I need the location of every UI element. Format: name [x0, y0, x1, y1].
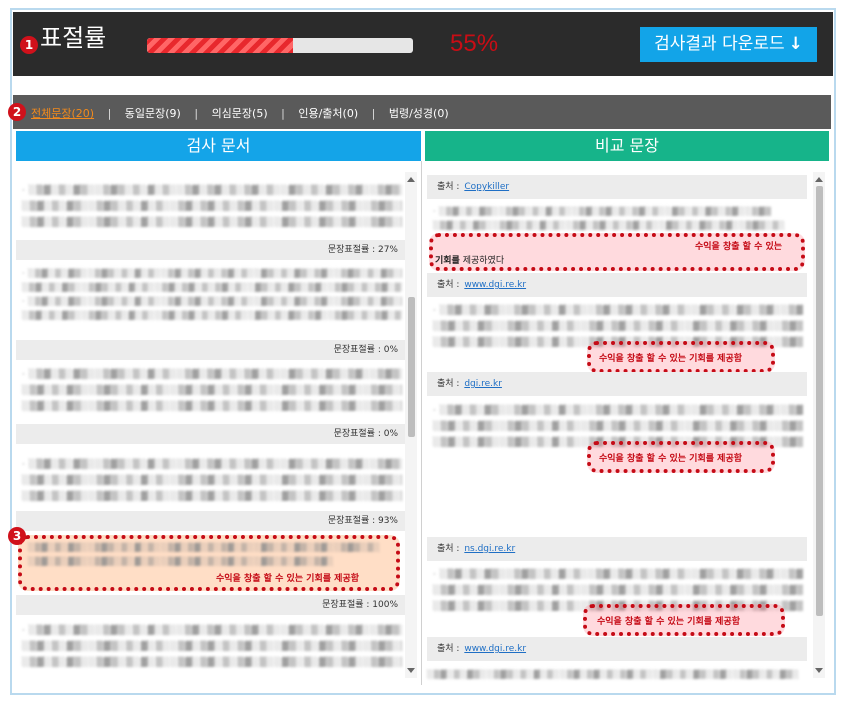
compared-highlight-text: 수익을 창출 할 수 있는 기회를 제공함 [597, 617, 741, 627]
step-badge-1: 1 [20, 36, 38, 54]
source-label: 출처 : [437, 280, 463, 290]
step-badge-3: 3 [8, 527, 26, 545]
download-results-label: 검사결과 다운로드 [654, 34, 785, 54]
blurred-text: · ░▒▓░▒░▓▒░░▒▓▒░▒░▓░▒░░▒▓░▒▓░▒░▒▓░▒░░▓▒░… [433, 207, 786, 230]
source-label: 출처 : [437, 644, 463, 654]
scroll-up-icon[interactable] [815, 177, 823, 182]
scroll-up-icon[interactable] [407, 177, 415, 182]
blurred-text: · ░▒▓░▒░▓▒░░▒▓▒░▒░▓░▒░░▒▓░▒▓░▒░▒▓░▒░░▓▒░… [22, 626, 402, 668]
filter-citation[interactable]: 인용/출처(0) [298, 107, 358, 120]
plagiarism-progress-bar [147, 38, 413, 53]
filter-law-bible[interactable]: 법령/성경(0) [389, 107, 449, 120]
source-link[interactable]: www.dgi.re.kr [464, 280, 526, 290]
source-row: 출처 : www.dgi.re.kr [427, 637, 807, 661]
plagiarism-percent: 55% [450, 30, 499, 57]
compared-highlight-text: 수익을 창출 할 수 있는 [695, 242, 783, 252]
source-row: 출처 : dgi.re.kr [427, 372, 807, 396]
source-link[interactable]: Copykiller [464, 182, 509, 192]
sentence-rate: 문장표절률 : 100% [16, 595, 406, 615]
compared-highlight-text: 수익을 창출 할 수 있는 기회를 제공함 [599, 454, 743, 464]
filter-separator: | [371, 107, 376, 120]
step-badge-2: 2 [8, 103, 26, 121]
source-label: 출처 : [437, 544, 463, 554]
plagiarism-rate-title: 표절률 [40, 24, 107, 52]
filter-identical[interactable]: 동일문장(9) [125, 107, 181, 120]
compared-sentence-header: 비교 문장 [425, 131, 829, 161]
blurred-text: · ░▒▓░▒░▓▒░░▒▓▒░▒░▓░▒░░▒▓░▒▓░▒░▒▓░▒░░▓▒░… [22, 269, 402, 320]
filter-separator: | [194, 107, 199, 120]
source-link[interactable]: ns.dgi.re.kr [464, 544, 515, 554]
compared-highlight-text: 수익을 창출 할 수 있는 기회를 제공함 [599, 354, 743, 364]
source-row: 출처 : Copykiller [427, 175, 807, 199]
source-row: 출처 : www.dgi.re.kr [427, 273, 807, 297]
checked-document-panel[interactable]: · ░▒▓░▒░▓▒░░▒▓▒░▒░▓░▒░░▒▓░▒▓░▒░▒▓░▒░░▓▒░… [16, 161, 422, 685]
compared-highlight-rest: 제공하였다 [459, 256, 505, 266]
source-link[interactable]: dgi.re.kr [464, 379, 502, 389]
arrow-down-icon: ↓ [788, 34, 803, 54]
source-row: 출처 : ns.dgi.re.kr [427, 537, 807, 561]
sentence-rate: 문장표절률 : 93% [16, 511, 406, 531]
filter-separator: | [107, 107, 112, 120]
download-results-button[interactable]: 검사결과 다운로드 ↓ [640, 27, 817, 62]
plagiarism-progress-fill [147, 38, 294, 53]
scroll-down-icon[interactable] [815, 668, 823, 673]
sentence-rate: 문장표절률 : 0% [16, 340, 406, 360]
plagiarism-highlight-text: 수익을 창출 할 수 있는 기회를 제공함 [216, 574, 360, 584]
compared-highlight-bold: 기회를 [435, 256, 460, 266]
blurred-text: · ░▒▓░▒░▓▒░░▒▓▒░▒░▓░▒░░▒▓░▒▓░▒░▒▓░▒░░▓▒░… [22, 370, 402, 412]
sentence-rate: 문장표절률 : 27% [16, 240, 406, 260]
compared-sentence-panel[interactable]: 출처 : Copykiller · ░▒▓░▒░▓▒░░▒▓▒░▒░▓░▒░░▒… [425, 161, 829, 685]
filter-bar: 전체문장(20) | 동일문장(9) | 의심문장(5) | 인용/출처(0) … [13, 95, 831, 129]
filter-suspicious[interactable]: 의심문장(5) [212, 107, 268, 120]
scroll-down-icon[interactable] [407, 668, 415, 673]
filter-all[interactable]: 전체문장(20) [31, 107, 94, 120]
checked-document-header: 검사 문서 [16, 131, 421, 161]
compared-highlight-line: 기회를 제공하였다 [435, 253, 504, 266]
source-label: 출처 : [437, 182, 463, 192]
blurred-text: · ░▒▓░▒░▓▒░░▒▓▒░▒░▓░▒░░▒▓░▒▓░▒░▒▓░▒░░▓▒░… [22, 460, 402, 502]
blurred-text: ░▒▓░▒░▓▒░░▒▓▒░▒░▓░▒░░▒▓░▒▓░▒░▒▓░▒░░▓▒░▒░… [427, 670, 800, 679]
right-scrollbar[interactable] [813, 172, 825, 678]
left-scrollbar[interactable] [405, 172, 417, 678]
source-label: 출처 : [437, 379, 463, 389]
right-scrollbar-thumb[interactable] [816, 186, 823, 616]
left-scrollbar-thumb[interactable] [408, 297, 415, 437]
blurred-text: ░▒▓░▒░▓▒░░▒▓▒░▒░▓░▒░░▒▓░▒▓░▒░▒▓░▒░░▓▒░▒░… [28, 543, 381, 566]
sentence-rate: 문장표절률 : 0% [16, 424, 406, 444]
blurred-text: · ░▒▓░▒░▓▒░░▒▓▒░▒░▓░▒░░▒▓░▒▓░▒░▒▓░▒░░▓▒░… [22, 186, 402, 228]
filter-separator: | [281, 107, 285, 120]
source-link[interactable]: www.dgi.re.kr [464, 644, 526, 654]
